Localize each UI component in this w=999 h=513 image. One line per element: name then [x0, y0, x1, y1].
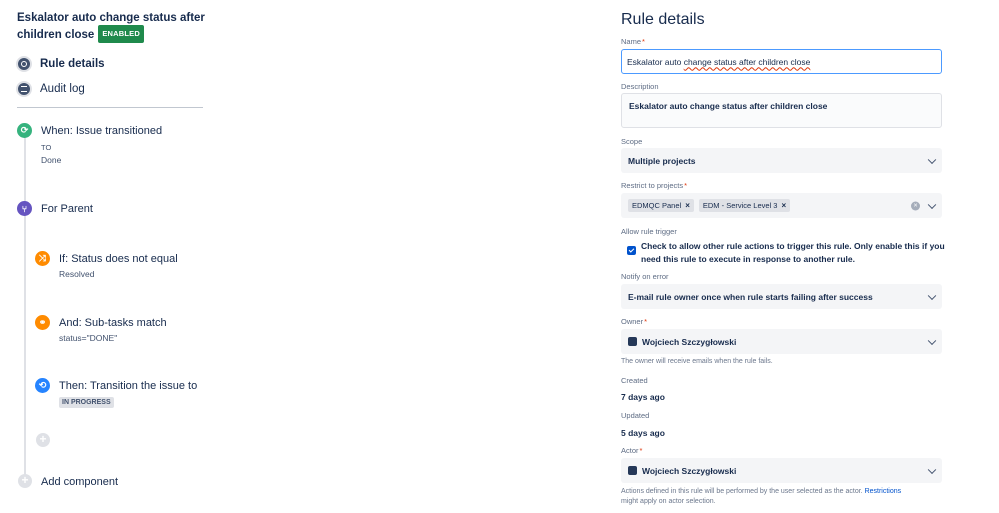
condition-subtasks-title: And: Sub-tasks match: [59, 317, 167, 329]
transition-icon: ⟲: [35, 378, 50, 393]
chevron-down-icon: [927, 465, 937, 474]
condition-status-value: Resolved: [59, 269, 95, 279]
trigger-title: When: Issue transitioned: [41, 125, 163, 137]
owner-select[interactable]: Wojciech Szczygłowski: [621, 329, 942, 354]
avatar: [628, 466, 637, 475]
notify-label: Notify on error: [621, 272, 669, 281]
project-tag[interactable]: EDMQC Panel ×: [628, 199, 694, 212]
restrictions-link[interactable]: Restrictions: [865, 488, 902, 495]
chevron-down-icon: [927, 336, 937, 345]
name-value-spellchecked: change status after children close: [683, 56, 811, 67]
updated-value: 5 days ago: [621, 428, 665, 438]
timeline-line: [24, 128, 26, 484]
allow-trigger-text: Check to allow other rule actions to tri…: [641, 241, 945, 264]
description-value: Eskalator auto change status after child…: [629, 101, 828, 111]
owner-label: Owner*: [621, 317, 648, 326]
info-icon: [16, 56, 32, 72]
status-badge: ENABLED: [98, 25, 144, 43]
created-value: 7 days ago: [621, 392, 665, 402]
shuffle-icon: ⤨: [35, 251, 50, 266]
description-textarea[interactable]: Eskalator auto change status after child…: [621, 93, 942, 128]
restrict-label: Restrict to projects*: [621, 181, 688, 190]
remove-tag-icon[interactable]: ×: [685, 201, 690, 210]
notify-value: E-mail rule owner once when rule starts …: [628, 291, 873, 302]
nav-rule-details[interactable]: Rule details: [16, 56, 105, 72]
scope-select[interactable]: Multiple projects: [621, 148, 942, 173]
projects-multiselect[interactable]: EDMQC Panel × EDM - Service Level 3 × ×: [621, 193, 942, 218]
name-value-prefix: Eskalator auto: [627, 56, 684, 67]
nav-rule-details-label: Rule details: [40, 58, 105, 70]
plus-icon: +: [18, 474, 32, 488]
actor-helper: Actions defined in this rule will be per…: [621, 488, 902, 505]
name-input[interactable]: Eskalator auto change status after child…: [621, 49, 942, 74]
actor-value: Wojciech Szczygłowski: [642, 465, 737, 476]
updated-label: Updated: [621, 411, 650, 420]
add-branch-component-button[interactable]: +: [36, 433, 50, 447]
branch-title: For Parent: [41, 203, 93, 215]
chevron-down-icon: [927, 291, 937, 300]
trigger-to-label: TO: [41, 143, 52, 152]
project-tag[interactable]: EDM - Service Level 3 ×: [698, 199, 791, 212]
allow-trigger-label: Allow rule trigger: [621, 227, 677, 236]
condition-subtasks-value: status="DONE": [59, 333, 118, 343]
description-label: Description: [621, 82, 659, 91]
clear-icon[interactable]: ×: [911, 201, 920, 210]
status-lozenge: IN PROGRESS: [59, 397, 114, 408]
trigger-icon: ⟳: [17, 123, 32, 138]
link-icon: ⚭: [35, 315, 50, 330]
nav-divider: [17, 107, 203, 108]
trigger-to-value: Done: [41, 155, 62, 165]
rule-title: Eskalator auto change status after child…: [17, 11, 217, 43]
branch-icon: ⑂: [17, 201, 32, 216]
avatar: [628, 337, 637, 346]
actor-label: Actor*: [621, 446, 643, 455]
nav-audit-log-label: Audit log: [40, 83, 85, 95]
scope-value: Multiple projects: [628, 155, 696, 166]
notify-select[interactable]: E-mail rule owner once when rule starts …: [621, 284, 942, 309]
created-label: Created: [621, 376, 648, 385]
add-component-label: Add component: [41, 476, 119, 488]
list-icon: [16, 81, 32, 97]
action-transition-title: Then: Transition the issue to: [59, 380, 198, 392]
owner-value: Wojciech Szczygłowski: [642, 336, 737, 347]
allow-trigger-checkbox[interactable]: [627, 246, 636, 255]
scope-label: Scope: [621, 137, 643, 146]
name-label: Name*: [621, 37, 645, 46]
owner-helper: The owner will receive emails when the r…: [621, 358, 773, 365]
condition-status-title: If: Status does not equal: [59, 253, 178, 265]
actor-select[interactable]: Wojciech Szczygłowski: [621, 458, 942, 483]
nav-audit-log[interactable]: Audit log: [16, 81, 85, 97]
remove-tag-icon[interactable]: ×: [781, 201, 786, 210]
chevron-down-icon: [927, 155, 937, 164]
panel-title: Rule details: [621, 11, 705, 28]
chevron-down-icon: [927, 200, 937, 209]
